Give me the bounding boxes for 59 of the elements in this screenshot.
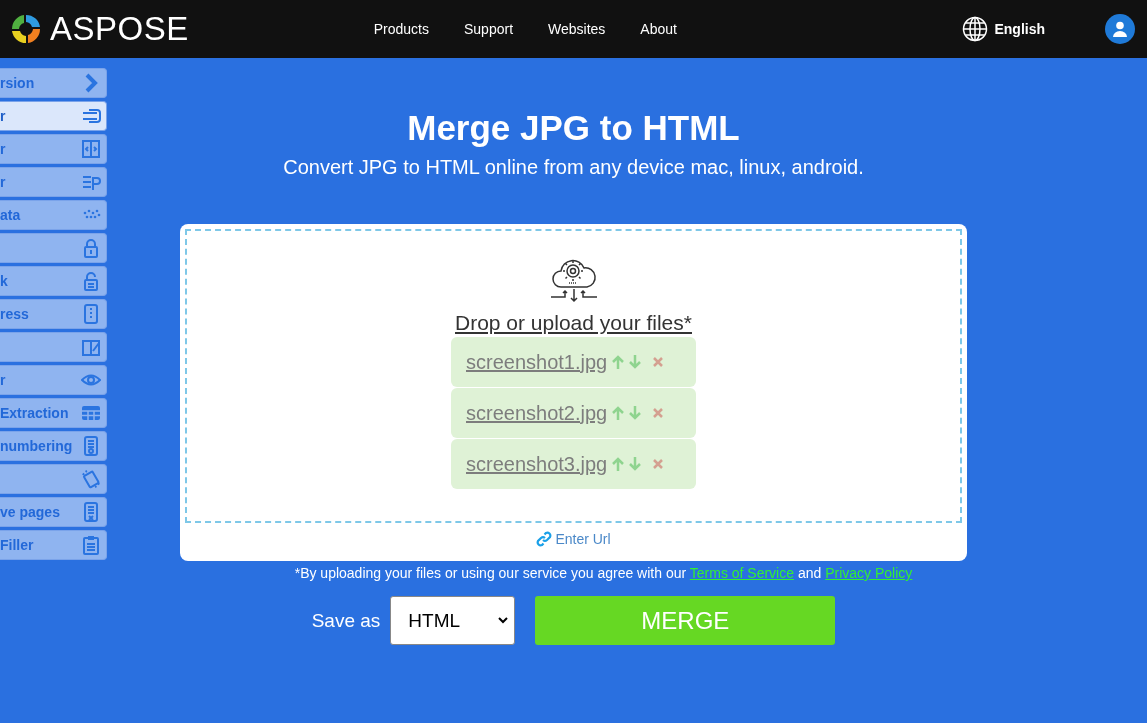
- unlock-icon: [81, 271, 101, 291]
- rotate-icon: [81, 469, 101, 489]
- down-arrow-icon: [629, 355, 642, 369]
- merge-button[interactable]: MERGE: [535, 596, 836, 645]
- terms-link[interactable]: Terms of Service: [689, 565, 794, 581]
- enter-icon: [81, 106, 101, 126]
- sidebar-item[interactable]: r: [0, 101, 107, 131]
- sidebar-item[interactable]: rsion: [0, 68, 107, 98]
- drop-zone[interactable]: Drop or upload your files* screenshot1.jpg screenshot2.jpg screenshot3.jpg: [185, 229, 962, 523]
- language-selector[interactable]: English: [994, 21, 1045, 37]
- zip-icon: [81, 304, 101, 324]
- sidebar-item[interactable]: [0, 332, 107, 362]
- document-icon: [81, 502, 101, 522]
- remove-icon: [652, 458, 665, 470]
- caret-icon: [498, 617, 509, 624]
- lock-icon: [81, 238, 101, 258]
- sidebar-item[interactable]: ata: [0, 200, 107, 230]
- sidebar-item[interactable]: ve pages: [0, 497, 107, 527]
- link-icon: [536, 531, 553, 547]
- file-name[interactable]: screenshot3.jpg: [466, 452, 608, 476]
- sidebar-item[interactable]: Filler: [0, 530, 107, 560]
- document-icon: [81, 436, 101, 456]
- down-arrow-icon: [629, 406, 642, 420]
- nav-link[interactable]: Products: [373, 21, 429, 37]
- url-link[interactable]: Enter Url: [555, 531, 611, 547]
- remove-icon: [652, 356, 665, 368]
- clipboard-icon: [81, 535, 101, 555]
- sidebar-item[interactable]: k: [0, 266, 107, 296]
- page-subtitle: Convert JPG to HTML online from any device mac, linux, android.: [283, 156, 864, 179]
- up-arrow-icon: [612, 355, 625, 369]
- down-arrow-icon: [629, 457, 642, 471]
- nav-link[interactable]: About: [640, 21, 677, 37]
- sidebar-item[interactable]: numbering: [0, 431, 107, 461]
- nav-link[interactable]: Websites: [548, 21, 606, 37]
- sidebar-item[interactable]: r: [0, 134, 107, 164]
- sidebar-item[interactable]: Extraction: [0, 398, 107, 428]
- up-arrow-icon: [612, 406, 625, 420]
- terms-text: *By uploading your files or using our service you agree with our Terms of Service and Privacy Policy: [294, 565, 913, 581]
- sidebar-item[interactable]: r: [0, 167, 107, 197]
- sidebar-item[interactable]: r: [0, 365, 107, 395]
- page-title: Merge JPG to HTML: [407, 108, 740, 148]
- edit-icon: [81, 337, 101, 357]
- remove-icon: [652, 407, 665, 419]
- file-name[interactable]: screenshot1.jpg: [466, 350, 608, 374]
- save-as-label: Save as: [311, 609, 381, 632]
- globe-icon: [962, 16, 989, 42]
- split-icon: [81, 139, 101, 159]
- user-avatar[interactable]: [1105, 14, 1135, 44]
- privacy-link[interactable]: Privacy Policy: [825, 565, 913, 581]
- upload-link[interactable]: Drop or upload your files*: [455, 311, 692, 335]
- sidebar-item[interactable]: [0, 464, 107, 494]
- sidebar-item[interactable]: [0, 233, 107, 263]
- logo-text: ASPOSE: [50, 10, 189, 48]
- format-dropdown[interactable]: HTML: [390, 596, 516, 645]
- nav-link[interactable]: Support: [464, 21, 514, 37]
- table-icon: [81, 403, 101, 423]
- up-arrow-icon: [612, 457, 625, 471]
- file-name[interactable]: screenshot2.jpg: [466, 401, 608, 425]
- sidebar-item[interactable]: ress: [0, 299, 107, 329]
